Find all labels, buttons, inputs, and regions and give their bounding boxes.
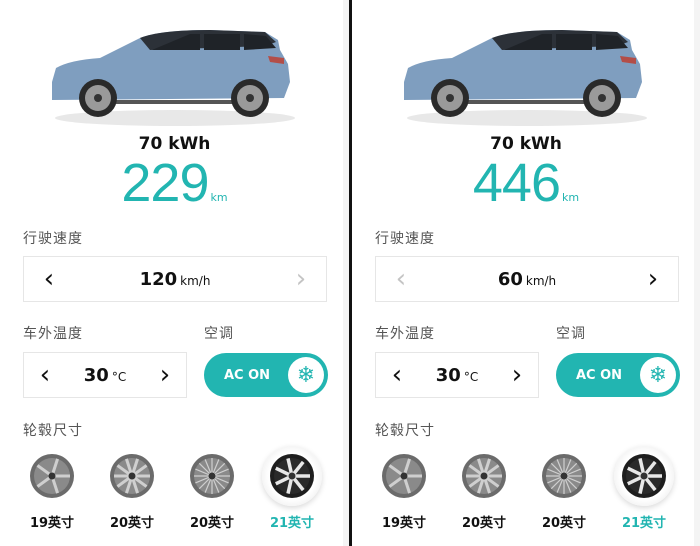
- speed-decrease-button[interactable]: ‹: [34, 266, 64, 292]
- wheel-option-label: 21英寸: [269, 516, 315, 531]
- wheel-option-label: 20英寸: [189, 516, 235, 531]
- temperature-unit: °C: [111, 369, 127, 384]
- wheel-rim-icon: [374, 446, 434, 506]
- temperature-unit: °C: [463, 369, 479, 384]
- temperature-value: 30 °C: [412, 365, 502, 386]
- chevron-left-icon: ‹: [39, 360, 51, 390]
- chevron-right-icon: ›: [511, 360, 523, 390]
- speed-increase-button[interactable]: ›: [638, 266, 668, 292]
- wheel-option[interactable]: 19英寸: [12, 446, 92, 531]
- speed-decrease-button[interactable]: ‹: [386, 266, 416, 292]
- chevron-left-icon: ‹: [391, 360, 403, 390]
- temperature-stepper: ‹ 30 °C ›: [375, 352, 539, 398]
- chevron-right-icon: ›: [295, 264, 307, 294]
- speed-stepper: ‹ 120 km/h ›: [23, 256, 327, 302]
- ac-toggle[interactable]: AC ON ❄: [204, 353, 328, 397]
- wheel-rim-icon: [182, 446, 242, 506]
- estimated-range: 446 km: [352, 152, 700, 214]
- speed-value: 120 km/h: [64, 269, 286, 290]
- wheel-rim-icon: [534, 446, 594, 506]
- range-value: 229: [121, 153, 209, 213]
- wheel-option-label: 19英寸: [381, 516, 427, 531]
- wheel-size-label: 轮毂尺寸: [23, 423, 83, 439]
- wheel-rim-icon: [454, 446, 514, 506]
- temperature-decrease-button[interactable]: ‹: [30, 362, 60, 388]
- speed-number: 120: [139, 268, 178, 290]
- wheel-option[interactable]: 20英寸: [92, 446, 172, 531]
- snowflake-icon: ❄: [288, 357, 324, 393]
- ac-label: 空调: [204, 326, 234, 342]
- scroll-edge: [343, 0, 349, 546]
- wheel-size-options: 19英寸 20英寸 20英寸 21英寸: [12, 446, 332, 531]
- wheel-option-label: 21英寸: [621, 516, 667, 531]
- snowflake-icon: ❄: [640, 357, 676, 393]
- range-calculator-panel-1: 70 kWh 229 km 行驶速度 ‹ 120 km/h › 车外温度 空调 ‹ …: [0, 0, 349, 546]
- wheel-option-label: 19英寸: [29, 516, 75, 531]
- temperature-decrease-button[interactable]: ‹: [382, 362, 412, 388]
- speed-stepper: ‹ 60 km/h ›: [375, 256, 679, 302]
- chevron-right-icon: ›: [647, 264, 659, 294]
- wheel-rim-icon: [262, 446, 322, 506]
- wheel-rim-icon: [22, 446, 82, 506]
- temperature-number: 30: [83, 364, 109, 386]
- car-image: [392, 20, 662, 130]
- speed-label: 行驶速度: [375, 231, 435, 247]
- temperature-increase-button[interactable]: ›: [150, 362, 180, 388]
- wheel-option-label: 20英寸: [109, 516, 155, 531]
- speed-number: 60: [497, 268, 523, 290]
- wheel-option[interactable]: 21英寸: [604, 446, 684, 531]
- wheel-option-label: 20英寸: [461, 516, 507, 531]
- wheel-size-label: 轮毂尺寸: [375, 423, 435, 439]
- battery-capacity: 70 kWh: [490, 134, 562, 154]
- ac-state-text: AC ON: [224, 367, 271, 383]
- wheel-rim-icon: [102, 446, 162, 506]
- temperature-stepper: ‹ 30 °C ›: [23, 352, 187, 398]
- wheel-option[interactable]: 19英寸: [364, 446, 444, 531]
- wheel-option-label: 20英寸: [541, 516, 587, 531]
- speed-unit: km/h: [180, 273, 211, 288]
- range-unit: km: [210, 191, 228, 204]
- wheel-size-options: 19英寸 20英寸 20英寸 21英寸: [364, 446, 684, 531]
- range-value: 446: [472, 153, 561, 213]
- temperature-value: 30 °C: [60, 365, 150, 386]
- ac-toggle[interactable]: AC ON ❄: [556, 353, 680, 397]
- ac-state-text: AC ON: [576, 367, 623, 383]
- chevron-left-icon: ‹: [43, 264, 55, 294]
- chevron-right-icon: ›: [159, 360, 171, 390]
- speed-unit: km/h: [525, 273, 557, 288]
- outside-temperature-label: 车外温度: [23, 326, 83, 342]
- speed-increase-button[interactable]: ›: [286, 266, 316, 292]
- wheel-option[interactable]: 20英寸: [444, 446, 524, 531]
- wheel-option[interactable]: 20英寸: [524, 446, 604, 531]
- scroll-edge: [694, 0, 700, 546]
- car-image: [40, 20, 310, 130]
- battery-capacity: 70 kWh: [138, 134, 211, 154]
- wheel-option[interactable]: 21英寸: [252, 446, 332, 531]
- outside-temperature-label: 车外温度: [375, 326, 435, 342]
- temperature-increase-button[interactable]: ›: [502, 362, 532, 388]
- speed-label: 行驶速度: [23, 231, 83, 247]
- range-unit: km: [562, 191, 580, 204]
- wheel-rim-icon: [614, 446, 674, 506]
- chevron-left-icon: ‹: [395, 264, 407, 294]
- speed-value: 60 km/h: [416, 269, 638, 290]
- temperature-number: 30: [435, 364, 461, 386]
- wheel-option[interactable]: 20英寸: [172, 446, 252, 531]
- ac-label: 空调: [556, 326, 586, 342]
- range-calculator-panel-2: 70 kWh 446 km 行驶速度 ‹ 60 km/h › 车外温度 空调 ‹ 3…: [352, 0, 700, 546]
- estimated-range: 229 km: [0, 152, 349, 214]
